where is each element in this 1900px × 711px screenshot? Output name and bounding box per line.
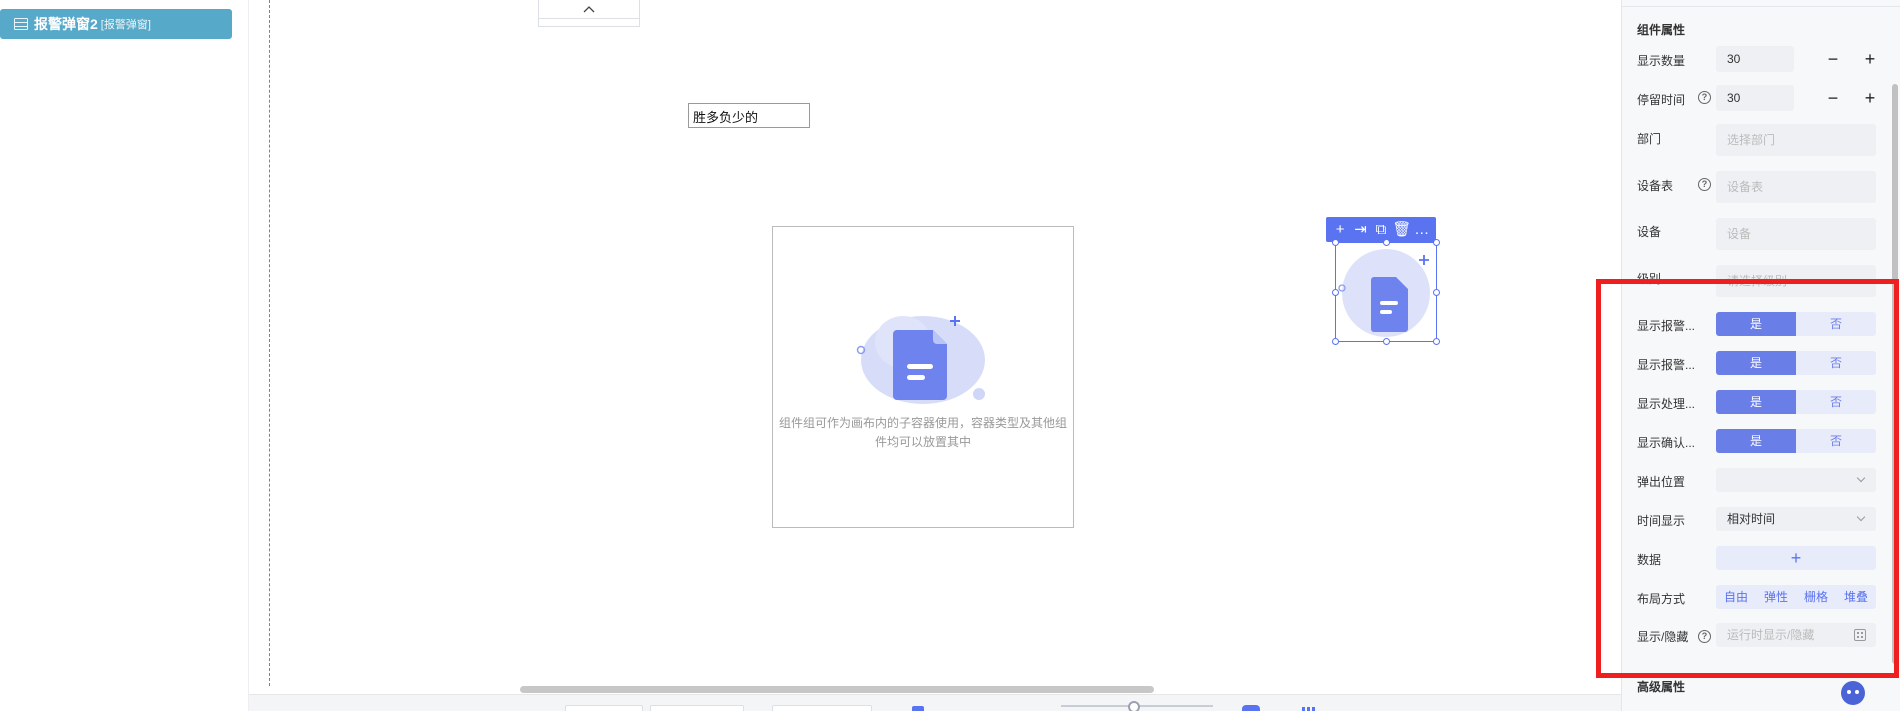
prop-label: 设备 [1637,225,1662,239]
display-count-input[interactable]: 30 [1716,46,1794,72]
device-table-select[interactable]: 设备表 [1716,171,1876,203]
stay-time-input[interactable]: 30 [1716,85,1794,111]
toolbar-icon[interactable] [1242,705,1260,711]
checkbox[interactable] [912,706,924,711]
prop-display-count: 显示数量 30 − + [1622,46,1900,72]
assistant-bot-icon[interactable] [1841,681,1865,705]
prop-device: 设备 设备 [1622,218,1900,250]
prop-stay-time: 停留时间 ? 30 − + [1622,85,1900,111]
layer-icon [14,18,28,30]
more-icon[interactable]: … [1413,220,1431,240]
prop-department: 部门 选择部门 [1622,124,1900,156]
resize-handle[interactable] [1332,289,1339,296]
resize-handle[interactable] [1433,338,1440,345]
canvas-horizontal-scrollbar[interactable] [520,686,1154,693]
chevron-up-icon[interactable] [539,0,639,19]
zoom-slider-thumb[interactable] [1128,701,1140,711]
empty-document-illustration [853,302,993,412]
help-icon[interactable]: ? [1698,178,1711,191]
height-input[interactable] [772,705,872,711]
resize-handle[interactable] [1433,239,1440,246]
layer-item-label: 报警弹窗2 [34,16,98,32]
selection-toolbar: + ⇥ ⧉ 🗑 … [1326,217,1436,242]
plus-button[interactable]: + [1855,46,1885,72]
highlight-annotation-box [1596,279,1899,678]
empty-document-illustration-small [1338,249,1430,337]
help-icon[interactable]: ? [1698,91,1711,104]
trash-icon[interactable]: 🗑 [1392,220,1411,240]
collapse-tab[interactable] [538,0,640,27]
department-select[interactable]: 选择部门 [1716,124,1876,156]
resize-handle[interactable] [1332,338,1339,345]
minus-button[interactable]: − [1818,85,1848,111]
prop-label: 停留时间 [1637,93,1686,107]
prop-label: 显示数量 [1637,54,1686,68]
screen-size-select[interactable] [565,705,643,711]
minus-button[interactable]: − [1818,46,1848,72]
plus-icon[interactable]: + [1331,220,1349,240]
exit-icon[interactable]: ⇥ [1352,220,1370,240]
section-title-advanced-props: 高级属性 [1637,680,1686,694]
prop-label: 部门 [1637,132,1662,146]
plus-button[interactable]: + [1855,85,1885,111]
resize-handle[interactable] [1433,289,1440,296]
device-select[interactable]: 设备 [1716,218,1876,250]
resize-handle[interactable] [1383,239,1390,246]
layer-item-alarm-popup[interactable]: 报警弹窗2 [报警弹窗] [0,9,232,39]
copy-icon[interactable]: ⧉ [1372,220,1390,240]
width-input[interactable] [650,705,744,711]
resize-handle[interactable] [1332,239,1339,246]
prop-device-table: 设备表 ? 设备表 [1622,171,1900,203]
resize-handle[interactable] [1383,338,1390,345]
layer-item-type: [报警弹窗] [100,19,151,31]
component-group-container[interactable]: 组件组可作为画布内的子容器使用，容器类型及其他组件均可以放置其中 [772,226,1074,528]
panel-top-divider [1622,6,1900,7]
selected-component[interactable] [1332,239,1440,345]
text-component[interactable]: 胜多负少的 [688,103,810,128]
canvas-bottom-bar [249,694,1621,711]
canvas-left-guide [269,0,270,686]
group-placeholder-text: 组件组可作为画布内的子容器使用，容器类型及其他组件均可以放置其中 [778,416,1067,449]
grid-icon[interactable] [1302,707,1316,711]
section-title-component-props: 组件属性 [1637,23,1686,37]
layer-tree-panel: 报警弹窗2 [报警弹窗] [0,0,248,711]
prop-label: 设备表 [1637,179,1674,193]
